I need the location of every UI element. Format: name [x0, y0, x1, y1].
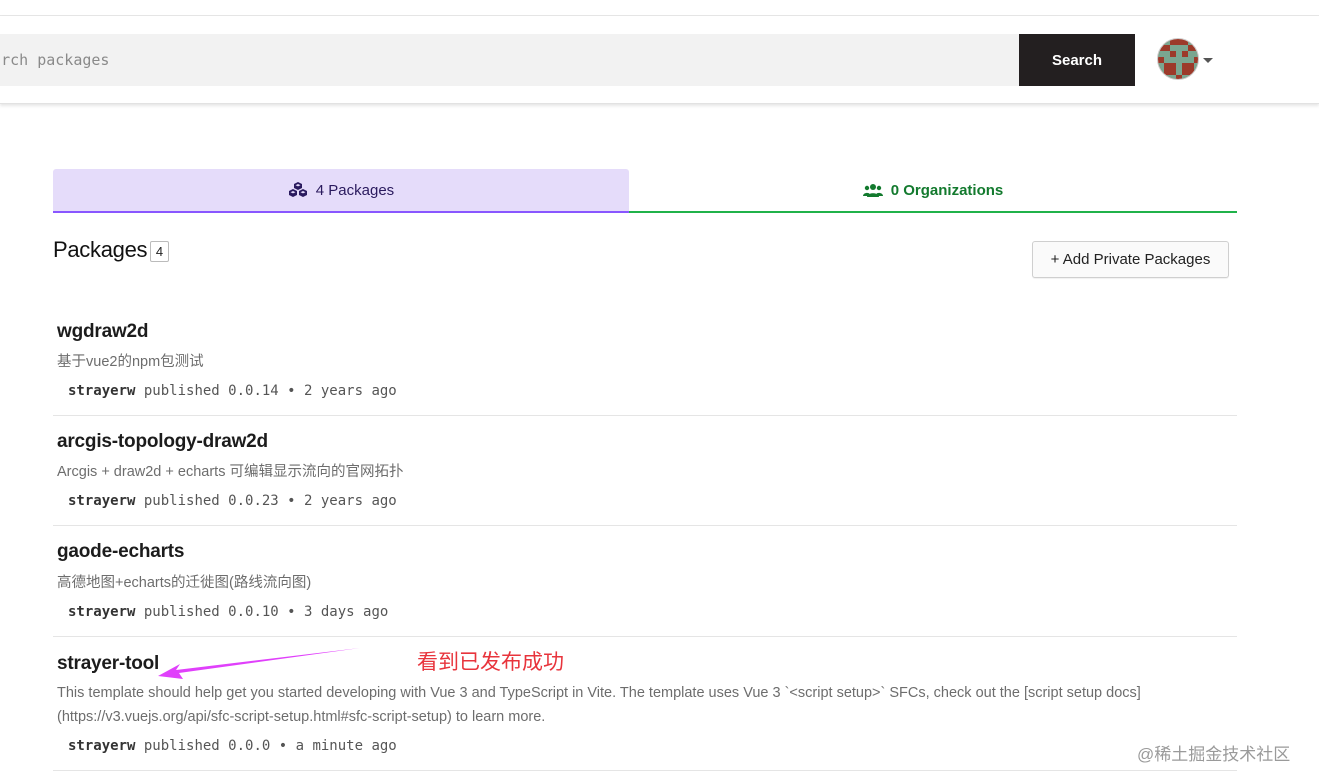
package-name-link[interactable]: wgdraw2d — [57, 321, 149, 343]
package-published-info: published 0.0.10 • 3 days ago — [143, 604, 389, 620]
package-description: 高德地图+echarts的迁徙图(路线流向图) — [57, 575, 312, 591]
site-header: Search — [0, 16, 1319, 104]
search-button[interactable]: Search — [1019, 34, 1135, 86]
list-item: gaode-echarts 高德地图+echarts的迁徙图(路线流向图) st… — [53, 526, 1237, 637]
search-input[interactable] — [0, 34, 1019, 86]
annotation-text: 看到已发布成功 — [417, 651, 564, 674]
users-icon — [862, 184, 883, 197]
tab-packages[interactable]: 4 Packages — [53, 169, 629, 213]
search-field[interactable] — [0, 34, 1019, 86]
package-author-link[interactable]: strayerw — [68, 493, 135, 509]
list-item: arcgis-topology-draw2d Arcgis + draw2d +… — [53, 416, 1237, 526]
profile-tabs: 4 Packages 0 Organizations — [53, 169, 1237, 213]
package-author-link[interactable]: strayerw — [68, 383, 135, 399]
annotation-arrow-icon — [158, 648, 360, 679]
pixel-avatar-icon — [1158, 39, 1198, 79]
package-count-badge: 4 — [150, 241, 169, 262]
package-description: Arcgis + draw2d + echarts 可编辑显示流向的官网拓扑 — [57, 464, 404, 480]
package-name-link[interactable]: strayer-tool — [57, 653, 159, 675]
package-description: 基于vue2的npm包测试 — [57, 354, 204, 370]
package-published-info: published 0.0.14 • 2 years ago — [143, 383, 397, 399]
cubes-icon — [288, 182, 307, 197]
package-author-link[interactable]: strayerw — [68, 738, 135, 754]
tab-organizations-label: 0 Organizations — [890, 181, 1004, 199]
package-meta: strayerw published 0.0.10 • 3 days ago — [68, 604, 388, 620]
package-meta: strayerw published 0.0.0 • a minute ago — [68, 738, 397, 754]
package-meta: strayerw published 0.0.23 • 2 years ago — [68, 493, 397, 509]
top-strip — [0, 0, 1319, 16]
package-name-link[interactable]: arcgis-topology-draw2d — [57, 431, 268, 453]
add-private-packages-button[interactable]: + Add Private Packages — [1032, 241, 1229, 278]
package-meta: strayerw published 0.0.14 • 2 years ago — [68, 383, 397, 399]
watermark: @稀土掘金技术社区 — [1137, 745, 1291, 764]
package-published-info: published 0.0.0 • a minute ago — [143, 738, 397, 754]
tab-packages-label: 4 Packages — [315, 181, 395, 199]
list-item: wgdraw2d 基于vue2的npm包测试 strayerw publishe… — [53, 310, 1237, 416]
section-title: Packages — [53, 237, 148, 262]
chevron-down-icon[interactable] — [1203, 58, 1213, 63]
tab-organizations[interactable]: 0 Organizations — [629, 169, 1237, 213]
avatar[interactable] — [1157, 38, 1199, 80]
package-author-link[interactable]: strayerw — [68, 604, 135, 620]
package-name-link[interactable]: gaode-echarts — [57, 541, 184, 563]
package-published-info: published 0.0.23 • 2 years ago — [143, 493, 397, 509]
